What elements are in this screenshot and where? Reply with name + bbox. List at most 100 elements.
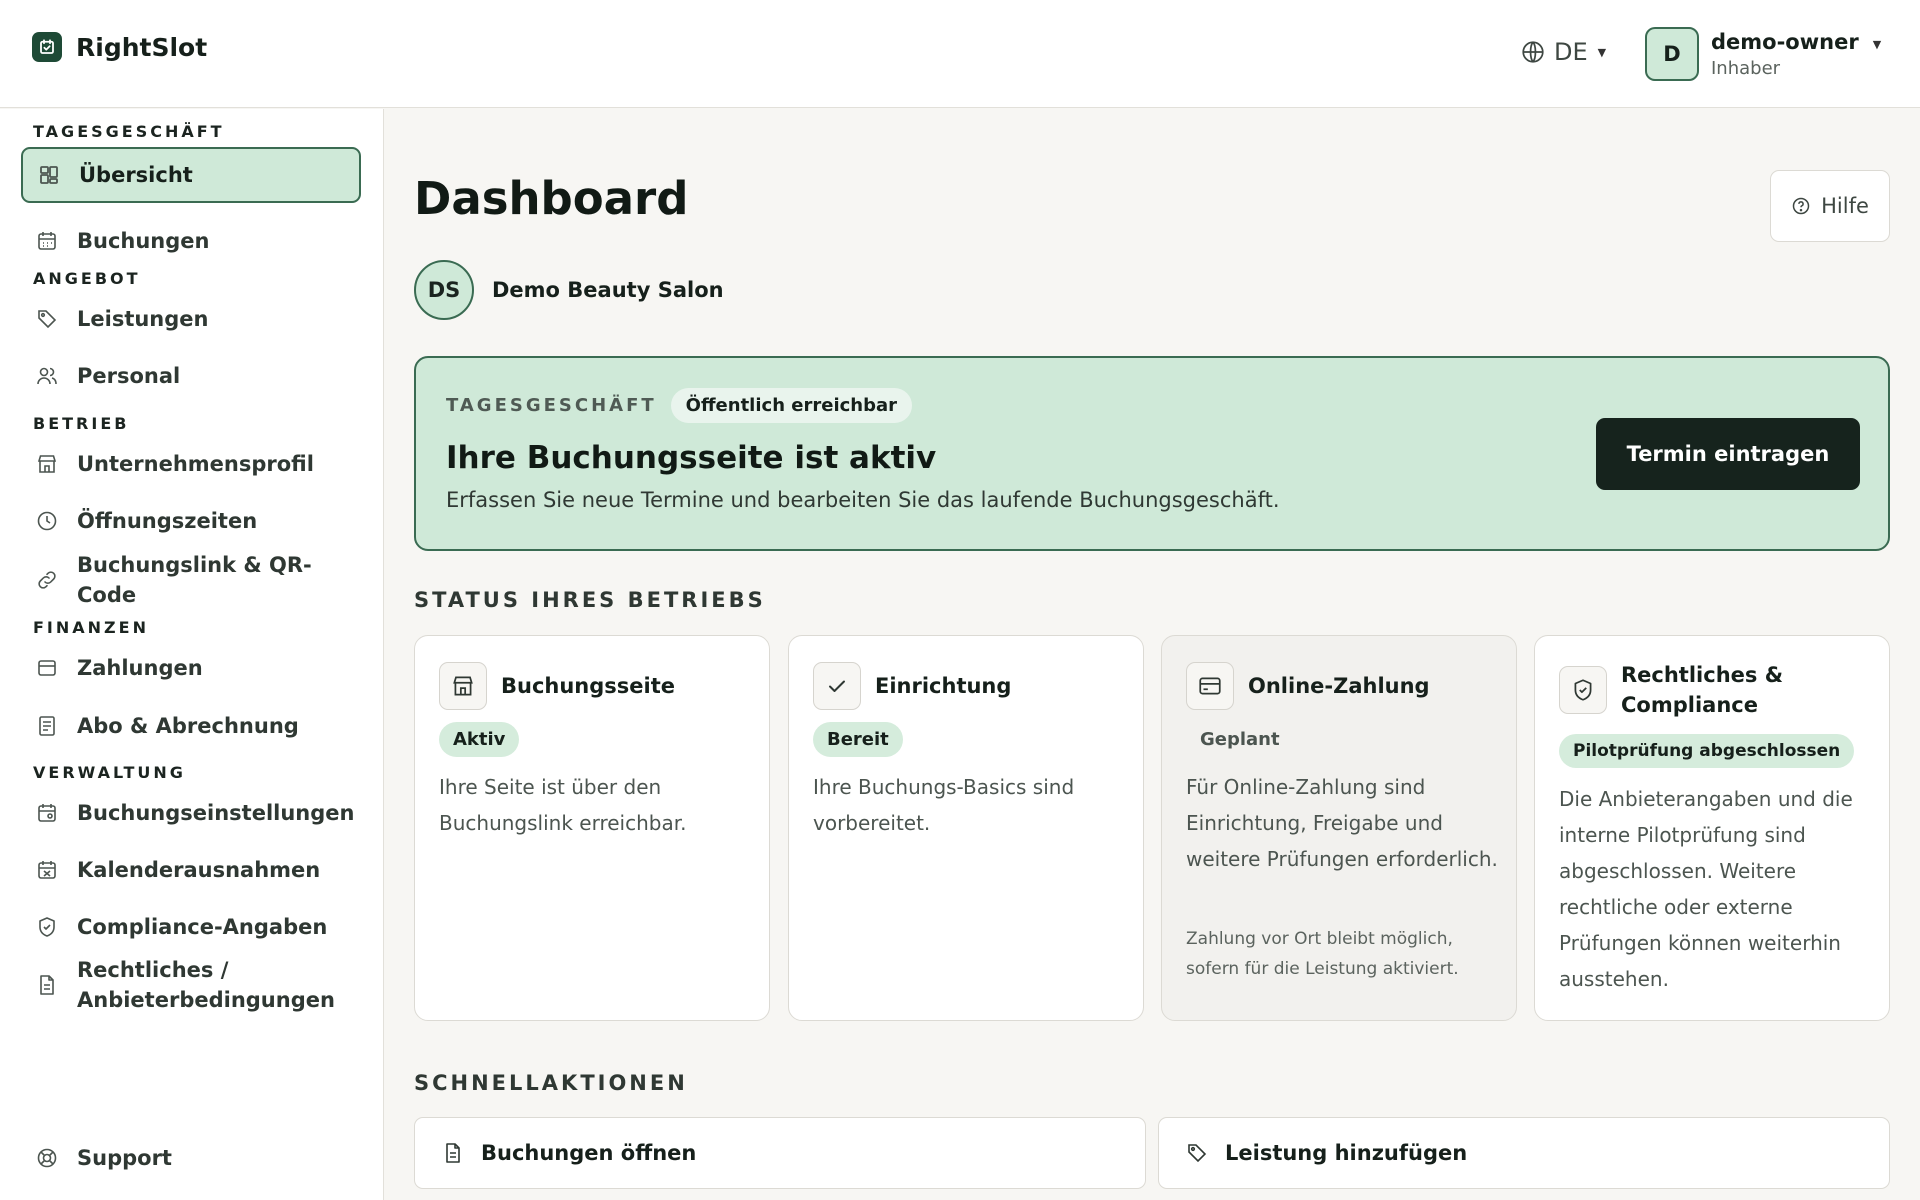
open-bookings-button[interactable]: Buchungen öffnen bbox=[414, 1117, 1146, 1189]
sidebar-item-kalenderausnahmen[interactable]: Kalenderausnahmen bbox=[21, 848, 361, 892]
sidebar-item-label: Zahlungen bbox=[77, 656, 203, 680]
tag-icon bbox=[35, 307, 59, 331]
add-service-button[interactable]: Leistung hinzufügen bbox=[1158, 1117, 1890, 1189]
card-title: Rechtliches & Compliance bbox=[1621, 663, 1784, 717]
card-title: Buchungsseite bbox=[501, 674, 676, 698]
calendar-icon bbox=[35, 229, 59, 253]
sidebar-item-leistungen[interactable]: Leistungen bbox=[21, 297, 361, 341]
sidebar-item-label: Rechtliches / Anbieterbedingungen bbox=[77, 958, 335, 1012]
check-icon bbox=[813, 662, 861, 710]
status-badge: Aktiv bbox=[439, 722, 520, 757]
sidebar-item-unternehmensprofil[interactable]: Unternehmensprofil bbox=[21, 442, 361, 486]
sidebar-section-title: TAGESGESCHÄFT bbox=[33, 122, 225, 141]
sidebar-item-buchungseinstellungen[interactable]: Buchungseinstellungen bbox=[21, 791, 361, 835]
sidebar-item-label: Compliance-Angaben bbox=[77, 915, 328, 939]
status-card-buchungsseite: Buchungsseite Aktiv Ihre Seite ist über … bbox=[414, 635, 770, 1021]
store-icon bbox=[439, 662, 487, 710]
language-selector[interactable]: DE ▼ bbox=[1520, 38, 1606, 66]
help-circle-icon bbox=[1791, 196, 1811, 216]
card-title: Online-Zahlung bbox=[1248, 674, 1430, 698]
status-card-einrichtung: Einrichtung Bereit Ihre Buchungs-Basics … bbox=[788, 635, 1144, 1021]
status-badge: Geplant bbox=[1200, 729, 1280, 750]
status-badge: Bereit bbox=[813, 722, 903, 757]
sidebar-item-compliance[interactable]: Compliance-Angaben bbox=[21, 905, 361, 949]
card-title: Einrichtung bbox=[875, 674, 1012, 698]
business-identity: DS Demo Beauty Salon bbox=[414, 260, 724, 320]
status-section-heading: STATUS IHRES BETRIEBS bbox=[414, 588, 766, 612]
sidebar-item-label: Buchungslink & QR-Code bbox=[77, 553, 312, 607]
sidebar-item-label: Unternehmensprofil bbox=[77, 452, 314, 476]
sidebar-section-title: FINANZEN bbox=[33, 618, 149, 637]
sidebar-item-label: Abo & Abrechnung bbox=[77, 714, 299, 738]
status-badge: Pilotprüfung abgeschlossen bbox=[1559, 734, 1855, 768]
public-status-badge: Öffentlich erreichbar bbox=[670, 388, 913, 423]
sidebar-item-zahlungen[interactable]: Zahlungen bbox=[21, 646, 361, 690]
business-avatar: DS bbox=[414, 260, 474, 320]
card-note: Zahlung vor Ort bleibt möglich, sofern f… bbox=[1186, 929, 1459, 979]
help-label: Hilfe bbox=[1821, 194, 1869, 218]
help-button[interactable]: Hilfe bbox=[1770, 170, 1890, 242]
card-description: Ihre Buchungs-Basics sind vorbereitet. bbox=[813, 775, 1075, 835]
sidebar-item-label: Buchungseinstellungen bbox=[77, 801, 355, 825]
user-name: demo-owner bbox=[1711, 29, 1859, 54]
sidebar-item-abo-abrechnung[interactable]: Abo & Abrechnung bbox=[21, 704, 361, 748]
quick-actions-heading: SCHNELLAKTIONEN bbox=[414, 1071, 688, 1095]
sidebar-item-personal[interactable]: Personal bbox=[21, 354, 361, 398]
lifebuoy-icon bbox=[35, 1146, 59, 1170]
banner-eyebrow: TAGESGESCHÄFT bbox=[446, 395, 657, 416]
document-icon bbox=[35, 973, 59, 997]
globe-icon bbox=[1520, 39, 1546, 65]
sidebar-item-buchungen[interactable]: Buchungen bbox=[21, 219, 361, 263]
sidebar-item-label: Personal bbox=[77, 364, 181, 388]
receipt-icon bbox=[35, 714, 59, 738]
document-icon bbox=[441, 1141, 465, 1165]
link-icon bbox=[35, 568, 59, 592]
shield-icon bbox=[35, 915, 59, 939]
sidebar-item-label: Öffnungszeiten bbox=[77, 509, 258, 533]
store-icon bbox=[35, 452, 59, 476]
card-icon bbox=[35, 656, 59, 680]
language-code: DE bbox=[1554, 38, 1588, 66]
sidebar-section-title: VERWALTUNG bbox=[33, 763, 186, 782]
sidebar-item-rechtliches[interactable]: Rechtliches / Anbieterbedingungen bbox=[21, 952, 361, 1018]
sidebar-section-title: ANGEBOT bbox=[33, 269, 141, 288]
sidebar-item-label: Leistungen bbox=[77, 307, 209, 331]
quick-action-label: Buchungen öffnen bbox=[481, 1141, 697, 1165]
sidebar-item-oeffnungszeiten[interactable]: Öffnungszeiten bbox=[21, 499, 361, 543]
card-description: Für Online-Zahlung sind Einrichtung, Fre… bbox=[1186, 775, 1498, 871]
app-name: RightSlot bbox=[76, 32, 208, 62]
sidebar-item-label: Übersicht bbox=[79, 163, 193, 187]
sidebar-item-uebersicht[interactable]: Übersicht bbox=[21, 147, 361, 203]
banner-title: Ihre Buchungsseite ist aktiv bbox=[446, 440, 937, 476]
sidebar: TAGESGESCHÄFT Übersicht Buchungen ANGEBO… bbox=[0, 109, 384, 1200]
clock-icon bbox=[35, 509, 59, 533]
card-description: Die Anbieterangaben und die interne Pilo… bbox=[1559, 787, 1853, 991]
quick-action-label: Leistung hinzufügen bbox=[1225, 1141, 1468, 1165]
sidebar-item-label: Kalenderausnahmen bbox=[77, 858, 321, 882]
brand[interactable]: RightSlot bbox=[32, 32, 207, 62]
sidebar-item-buchungslink[interactable]: Buchungslink & QR-Code bbox=[21, 547, 361, 613]
sidebar-item-support[interactable]: Support bbox=[21, 1136, 361, 1180]
credit-card-icon bbox=[1186, 662, 1234, 710]
calendar-settings-icon bbox=[35, 801, 59, 825]
page-title: Dashboard bbox=[414, 172, 689, 225]
add-appointment-button[interactable]: Termin eintragen bbox=[1596, 418, 1860, 490]
user-menu[interactable]: D demo-owner Inhaber ▼ bbox=[1645, 27, 1881, 81]
booking-status-banner: TAGESGESCHÄFT Öffentlich erreichbar Ihre… bbox=[414, 356, 1890, 551]
shield-check-icon bbox=[1559, 666, 1607, 714]
sidebar-section-title: BETRIEB bbox=[33, 414, 130, 433]
banner-description: Erfassen Sie neue Termine und bearbeiten… bbox=[446, 488, 1280, 512]
top-bar: RightSlot DE ▼ D demo-owner Inhaber ▼ bbox=[0, 0, 1920, 108]
business-name: Demo Beauty Salon bbox=[492, 278, 724, 302]
users-icon bbox=[35, 364, 59, 388]
caret-down-icon: ▼ bbox=[1872, 37, 1882, 51]
user-avatar: D bbox=[1645, 27, 1699, 81]
card-description: Ihre Seite ist über den Buchungslink err… bbox=[439, 775, 687, 835]
sidebar-item-label: Buchungen bbox=[77, 229, 210, 253]
status-card-rechtliches: Rechtliches & Compliance Pilotprüfung ab… bbox=[1534, 635, 1890, 1021]
caret-down-icon: ▼ bbox=[1597, 45, 1607, 59]
sidebar-item-label: Support bbox=[77, 1146, 172, 1170]
status-card-online-zahlung: Online-Zahlung Geplant Für Online-Zahlun… bbox=[1161, 635, 1517, 1021]
calendar-check-logo-icon bbox=[32, 32, 62, 62]
tag-icon bbox=[1185, 1141, 1209, 1165]
